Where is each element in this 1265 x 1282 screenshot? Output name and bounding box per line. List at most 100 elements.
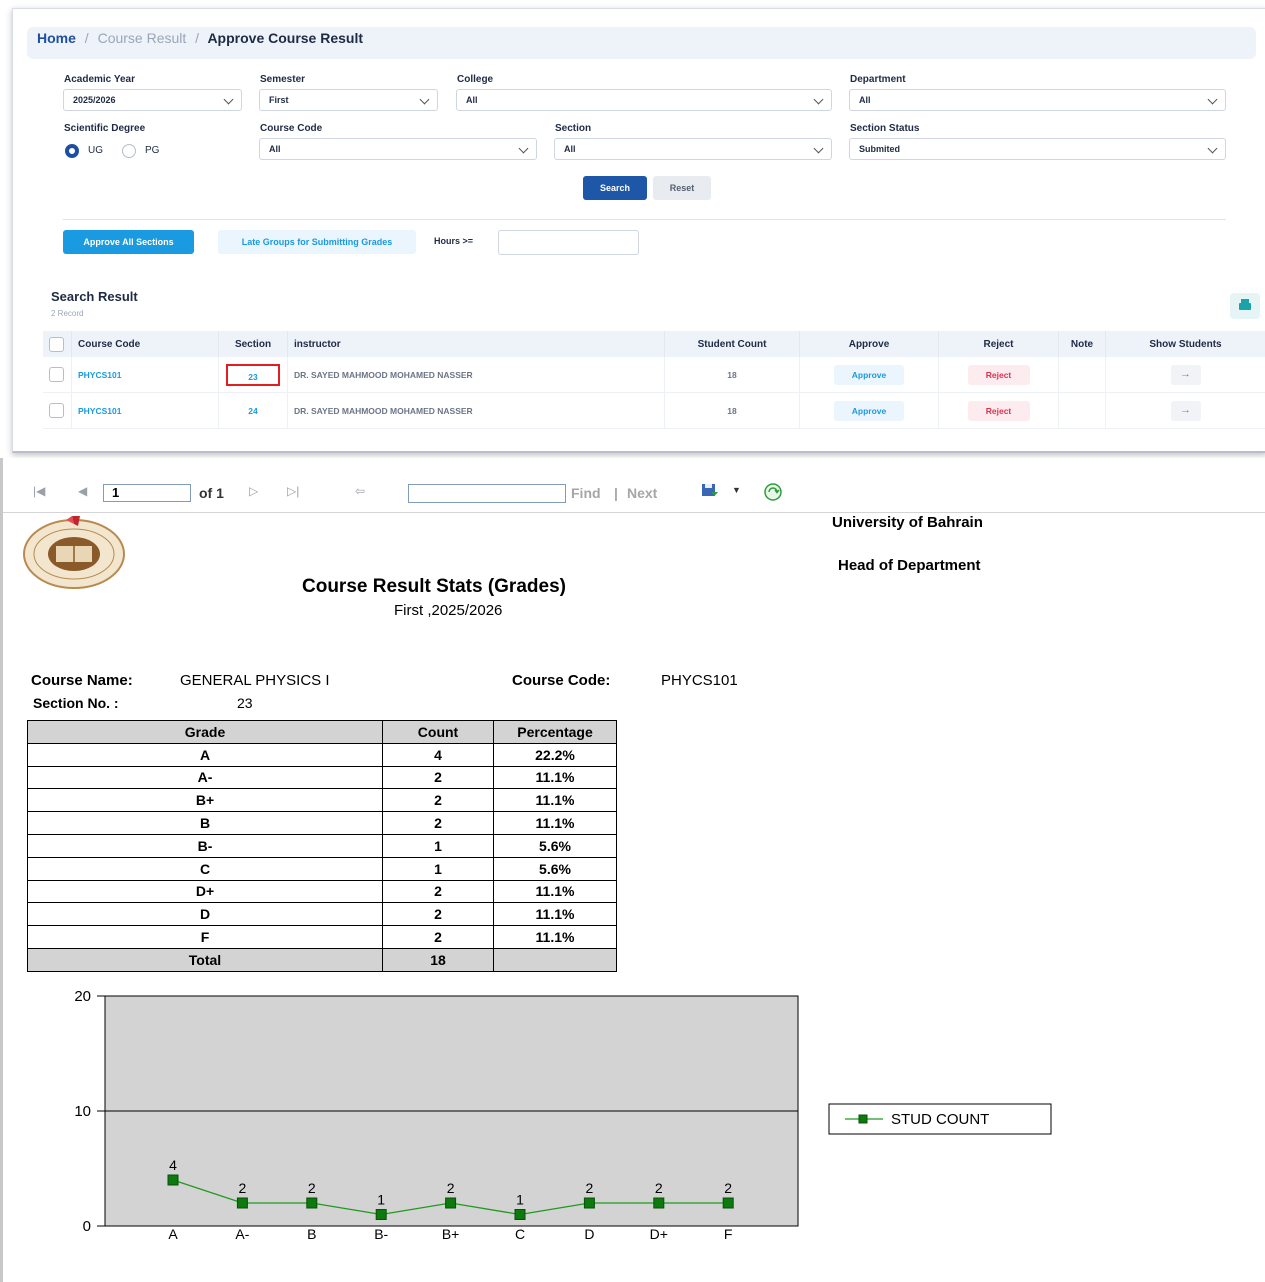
count-cell: 2 — [382, 925, 494, 949]
section-link-highlighted[interactable]: 23 — [226, 363, 280, 386]
note-cell[interactable] — [1058, 392, 1106, 429]
chevron-down-icon[interactable]: ▼ — [732, 485, 741, 495]
row-checkbox[interactable] — [49, 403, 64, 418]
ug-radio-label: UG — [88, 145, 103, 156]
approve-all-sections-button[interactable]: Approve All Sections — [63, 230, 194, 254]
export-save-icon[interactable] — [701, 483, 719, 498]
grade-row: B 2 11.1% — [27, 811, 617, 835]
section-status-select[interactable]: Submited — [849, 138, 1226, 160]
row-checkbox-cell — [43, 392, 72, 429]
chevron-down-icon — [1207, 94, 1218, 105]
select-all-checkbox[interactable] — [49, 336, 64, 352]
approve-button[interactable]: Approve — [834, 400, 904, 421]
grade-row: F 2 11.1% — [27, 925, 617, 949]
grade-cell: D — [27, 902, 383, 927]
grade-cell: B- — [27, 833, 383, 858]
late-groups-button[interactable]: Late Groups for Submitting Grades — [218, 230, 416, 254]
first-page-icon[interactable]: |◀ — [33, 484, 45, 498]
search-button[interactable]: Search — [583, 176, 647, 200]
course-code-value: PHYCS101 — [661, 672, 738, 689]
table-row: PHYCS101 23 DR. SAYED MAHMOOD MOHAMED NA… — [43, 357, 1265, 393]
data-point — [722, 1197, 734, 1209]
breadcrumb-course-result[interactable]: Course Result — [98, 30, 187, 46]
approve-course-result-panel: Home / Course Result / Approve Course Re… — [12, 8, 1265, 453]
grade-cell: D+ — [27, 879, 383, 904]
academic-year-value: 2025/2026 — [73, 95, 116, 105]
show-students-cell: → — [1105, 357, 1265, 393]
section-value: All — [564, 144, 576, 154]
arrow-right-icon[interactable]: → — [1170, 400, 1201, 421]
semester-select[interactable]: First — [259, 89, 438, 111]
data-label: 2 — [447, 1180, 455, 1196]
data-label: 2 — [724, 1180, 732, 1196]
reject-cell: Reject — [938, 392, 1059, 429]
ug-radio[interactable] — [65, 144, 79, 158]
course-code-cell: PHYCS101 — [71, 357, 219, 393]
row-checkbox[interactable] — [49, 367, 64, 382]
report-viewer: |◀ ◀ 1 of 1 ▷ ▷| ⇦ Find | Next ▼ Univers… — [0, 458, 1265, 1282]
academic-year-label: Academic Year — [64, 74, 135, 85]
semester-label: Semester — [260, 74, 306, 85]
col-show-students: Show Students — [1105, 331, 1265, 357]
data-point — [445, 1197, 457, 1209]
col-instructor[interactable]: instructor — [287, 331, 665, 357]
grade-row: A 4 22.2% — [27, 742, 617, 767]
find-input[interactable] — [408, 484, 566, 503]
x-tick-label: A- — [235, 1226, 249, 1242]
x-tick-label: F — [724, 1226, 733, 1242]
data-point — [514, 1209, 526, 1220]
next-link[interactable]: Next — [627, 485, 657, 501]
col-course-code[interactable]: Course Code — [71, 331, 219, 357]
breadcrumb-current: Approve Course Result — [207, 30, 364, 46]
refresh-icon[interactable] — [763, 482, 783, 502]
x-tick-label: B+ — [442, 1226, 460, 1242]
count-cell: 2 — [382, 811, 494, 835]
university-name: University of Bahrain — [832, 514, 983, 531]
arrow-right-icon[interactable]: → — [1170, 364, 1201, 385]
breadcrumb-home[interactable]: Home — [37, 30, 76, 46]
grade-cell: C — [27, 856, 383, 881]
department-select[interactable]: All — [849, 89, 1226, 111]
find-link[interactable]: Find — [571, 485, 601, 501]
page-number-input[interactable]: 1 — [103, 484, 191, 502]
section-select[interactable]: All — [554, 138, 832, 160]
course-code-link[interactable]: PHYCS101 — [78, 406, 121, 416]
count-cell: 1 — [382, 833, 494, 858]
percentage-cell: 11.1% — [493, 788, 617, 813]
college-select[interactable]: All — [456, 89, 832, 111]
course-code-label: Course Code: — [512, 672, 611, 689]
reject-button[interactable]: Reject — [967, 400, 1030, 421]
grade-row: B+ 2 11.1% — [27, 788, 617, 813]
student-count-cell: 18 — [664, 357, 800, 393]
col-student-count[interactable]: Student Count — [664, 331, 800, 357]
print-button[interactable] — [1230, 293, 1260, 319]
reject-button[interactable]: Reject — [967, 364, 1030, 385]
chevron-down-icon — [813, 143, 824, 154]
percentage-cell: 5.6% — [493, 833, 617, 858]
last-page-icon[interactable]: ▷| — [287, 484, 299, 498]
percentage-cell: 11.1% — [493, 765, 617, 790]
data-label: 2 — [655, 1180, 663, 1196]
back-icon[interactable]: ⇦ — [355, 484, 365, 498]
col-section[interactable]: Section — [218, 331, 288, 357]
results-table: Course Code Section instructor Student C… — [43, 331, 1265, 429]
x-tick-label: B- — [374, 1226, 388, 1242]
search-result-title: Search Result — [51, 289, 138, 304]
pg-radio[interactable] — [122, 144, 136, 158]
course-code-link[interactable]: PHYCS101 — [78, 370, 121, 380]
section-link[interactable]: 24 — [248, 406, 257, 416]
scientific-degree-label: Scientific Degree — [64, 123, 146, 134]
grade-row: A- 2 11.1% — [27, 765, 617, 790]
approve-button[interactable]: Approve — [834, 364, 904, 385]
reset-button[interactable]: Reset — [653, 176, 711, 200]
next-page-icon[interactable]: ▷ — [249, 484, 258, 498]
x-tick-label: A — [168, 1226, 178, 1242]
course-code-select[interactable]: All — [259, 138, 537, 160]
section-cell: 23 — [218, 357, 288, 393]
note-cell[interactable] — [1058, 357, 1106, 393]
approve-cell: Approve — [799, 392, 939, 429]
previous-page-icon[interactable]: ◀ — [78, 484, 87, 498]
academic-year-select[interactable]: 2025/2026 — [63, 89, 242, 111]
hours-input[interactable] — [498, 230, 639, 255]
data-label: 4 — [169, 1157, 177, 1173]
